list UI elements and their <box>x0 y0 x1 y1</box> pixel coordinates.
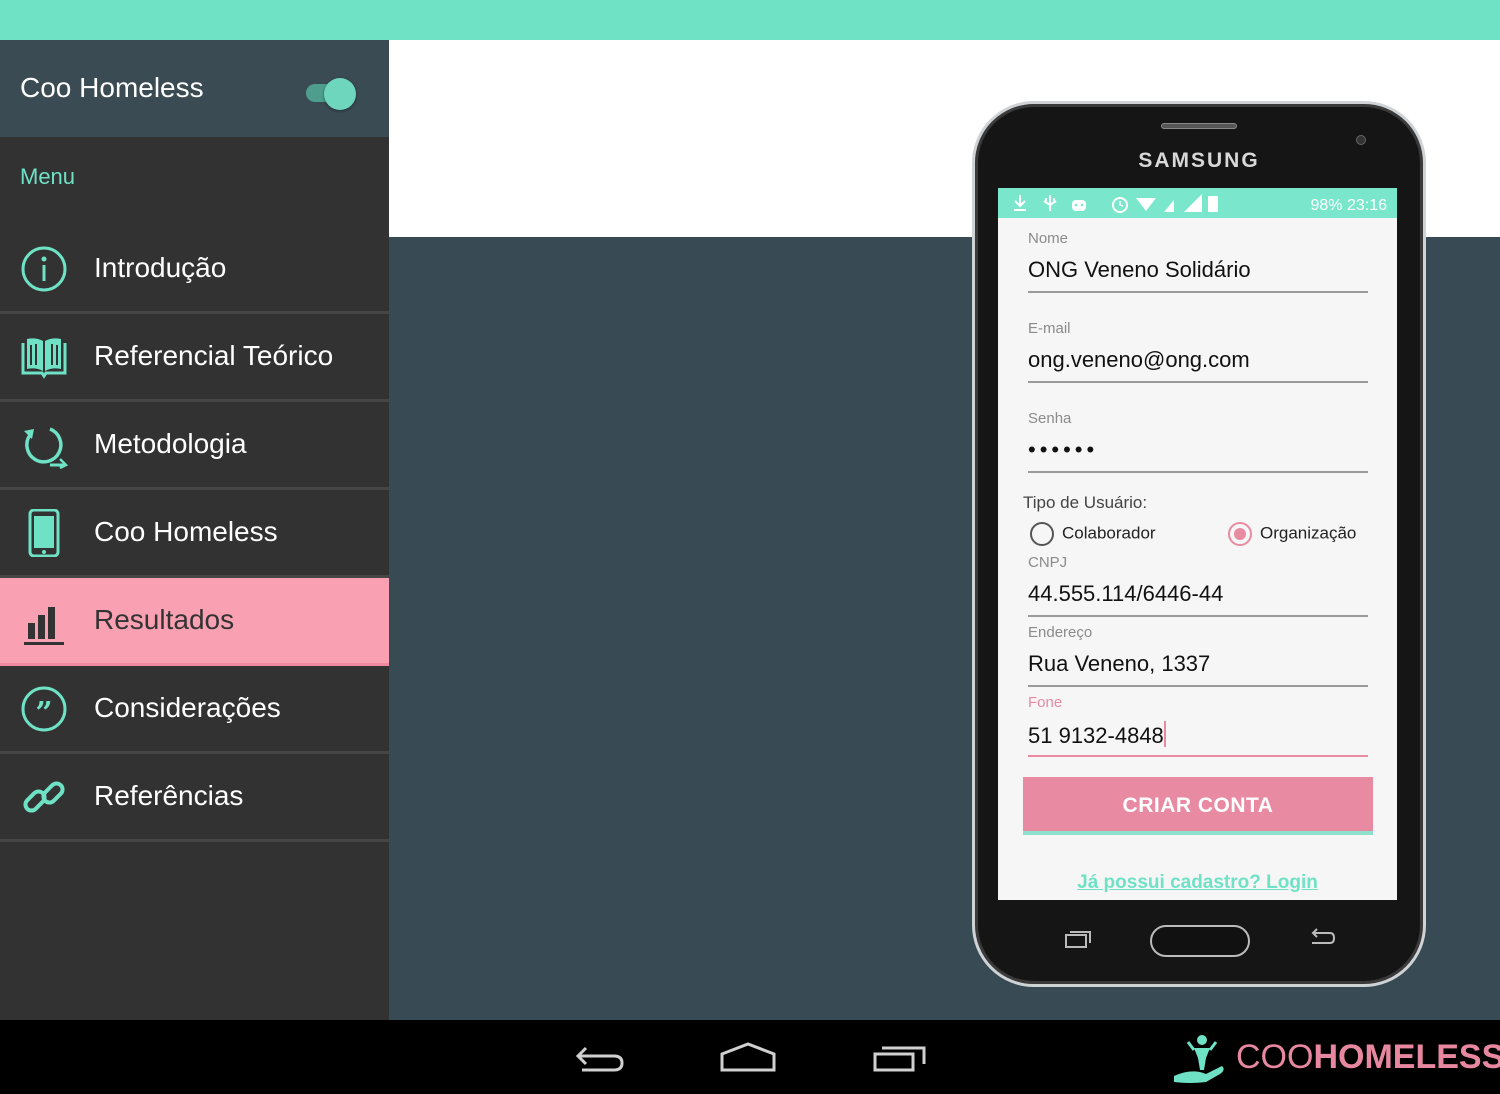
sidebar-item-resultados[interactable]: Resultados <box>0 578 389 666</box>
email-input[interactable]: ong.veneno@ong.com <box>1028 347 1368 383</box>
phone-camera <box>1356 135 1366 145</box>
toggle-knob <box>324 78 356 110</box>
endereco-input[interactable]: Rua Veneno, 1337 <box>1028 651 1368 687</box>
phone-status-text: 98% 23:16 <box>1112 194 1387 215</box>
svg-text:”: ” <box>35 696 52 731</box>
recent-apps-icon[interactable] <box>872 1038 928 1074</box>
sidebar-item-coo-homeless[interactable]: Coo Homeless <box>0 490 389 578</box>
brand-suffix: HOMELESS <box>1313 1038 1500 1076</box>
radio-organizacao[interactable]: Organização <box>1228 522 1356 546</box>
phone-home-button[interactable] <box>1150 925 1250 957</box>
sidebar-item-label: Referências <box>94 780 244 811</box>
sidebar-item-label: Metodologia <box>94 428 247 459</box>
sidebar-item-metodologia[interactable]: Metodologia <box>0 402 389 490</box>
phone-back-icon[interactable] <box>1308 927 1336 947</box>
back-icon[interactable] <box>572 1038 626 1074</box>
sidebar-item-consideracoes[interactable]: ” Considerações <box>0 666 389 754</box>
endereco-label: Endereço <box>1028 624 1093 641</box>
sidebar-item-label: Considerações <box>94 692 281 723</box>
endereco-field[interactable]: Endereço Rua Veneno, 1337 <box>1028 624 1368 687</box>
brand-prefix: COO <box>1236 1038 1314 1076</box>
phone-hardware-buttons <box>998 901 1397 971</box>
phone-recent-apps-icon[interactable] <box>1064 929 1092 949</box>
hand-figure-icon <box>1174 1035 1224 1083</box>
book-icon <box>21 338 67 379</box>
sidebar-header: Coo Homeless <box>0 40 389 137</box>
brand-logo: COOHOMELESS <box>1172 1026 1500 1086</box>
phone-status-bar: 98% 23:16 <box>998 188 1397 218</box>
phone-mockup: SAMSUNG 98% 23:16 Nome ONG Veneno Solidá… <box>972 101 1426 987</box>
menu-list: Introdução Referencial Teórico Metodolog… <box>0 226 389 842</box>
nome-input[interactable]: ONG Veneno Solidário <box>1028 257 1368 293</box>
radio-colaborador[interactable]: Colaborador <box>1030 522 1156 546</box>
phone-brand-label: SAMSUNG <box>1138 149 1260 172</box>
system-navigation-bar: COOHOMELESS <box>0 1020 1500 1094</box>
sidebar-item-referencial[interactable]: Referencial Teórico <box>0 314 389 402</box>
smartphone-icon <box>28 509 60 557</box>
sidebar-item-label: Introdução <box>94 252 227 283</box>
fone-value: 51 9132-4848 <box>1028 723 1164 748</box>
app-title: Coo Homeless <box>20 72 204 103</box>
radio-circle-selected <box>1228 522 1252 546</box>
senha-field[interactable]: Senha •••••• <box>1028 410 1368 473</box>
cnpj-input[interactable]: 44.555.114/6446-44 <box>1028 581 1368 617</box>
sidebar-item-label: Referencial Teórico <box>94 340 334 371</box>
radio-colaborador-label: Colaborador <box>1062 523 1156 543</box>
nome-label: Nome <box>1028 230 1069 247</box>
sidebar-item-referencias[interactable]: Referências <box>0 754 389 842</box>
phone-status-battery-time: 98% 23:16 <box>1310 197 1387 214</box>
radio-circle <box>1030 522 1054 546</box>
cnpj-field[interactable]: CNPJ 44.555.114/6446-44 <box>1028 554 1368 617</box>
senha-input[interactable]: •••••• <box>1028 437 1368 473</box>
cycle-icon <box>24 427 68 469</box>
menu-heading: Menu <box>20 164 76 189</box>
quote-icon: ” <box>21 686 67 732</box>
senha-label: Senha <box>1028 410 1072 427</box>
text-caret <box>1163 721 1166 747</box>
criar-conta-button[interactable]: CRIAR CONTA <box>1023 777 1373 835</box>
sidebar-item-introducao[interactable]: Introdução <box>0 226 389 314</box>
theme-toggle[interactable] <box>306 78 356 110</box>
email-label: E-mail <box>1028 320 1071 337</box>
fone-input[interactable]: 51 9132-4848 <box>1028 721 1368 757</box>
sidebar: Coo Homeless Menu Introdução Referencial… <box>0 40 389 1020</box>
fone-label: Fone <box>1028 694 1063 711</box>
phone-speaker <box>1161 123 1237 129</box>
email-field[interactable]: E-mail ong.veneno@ong.com <box>1028 320 1368 383</box>
phone-screen: 98% 23:16 Nome ONG Veneno Solidário E-ma… <box>998 188 1397 900</box>
sidebar-item-label: Resultados <box>94 604 235 635</box>
nome-field[interactable]: Nome ONG Veneno Solidário <box>1028 230 1368 293</box>
radio-organizacao-label: Organização <box>1260 523 1357 543</box>
link-icon <box>23 781 65 813</box>
home-icon[interactable] <box>719 1038 777 1074</box>
login-link[interactable]: Já possui cadastro? Login <box>998 872 1397 894</box>
cnpj-label: CNPJ <box>1028 554 1068 571</box>
tipo-usuario-label: Tipo de Usuário: <box>1023 493 1148 512</box>
fone-field[interactable]: Fone 51 9132-4848 <box>1028 694 1368 757</box>
brand-wordmark: COOHOMELESS <box>1236 1038 1500 1077</box>
system-status-bar <box>0 0 1500 40</box>
bar-chart-icon <box>24 607 64 645</box>
info-icon <box>21 246 67 292</box>
notification-icons <box>1012 193 1096 218</box>
sidebar-item-label: Coo Homeless <box>94 516 278 547</box>
